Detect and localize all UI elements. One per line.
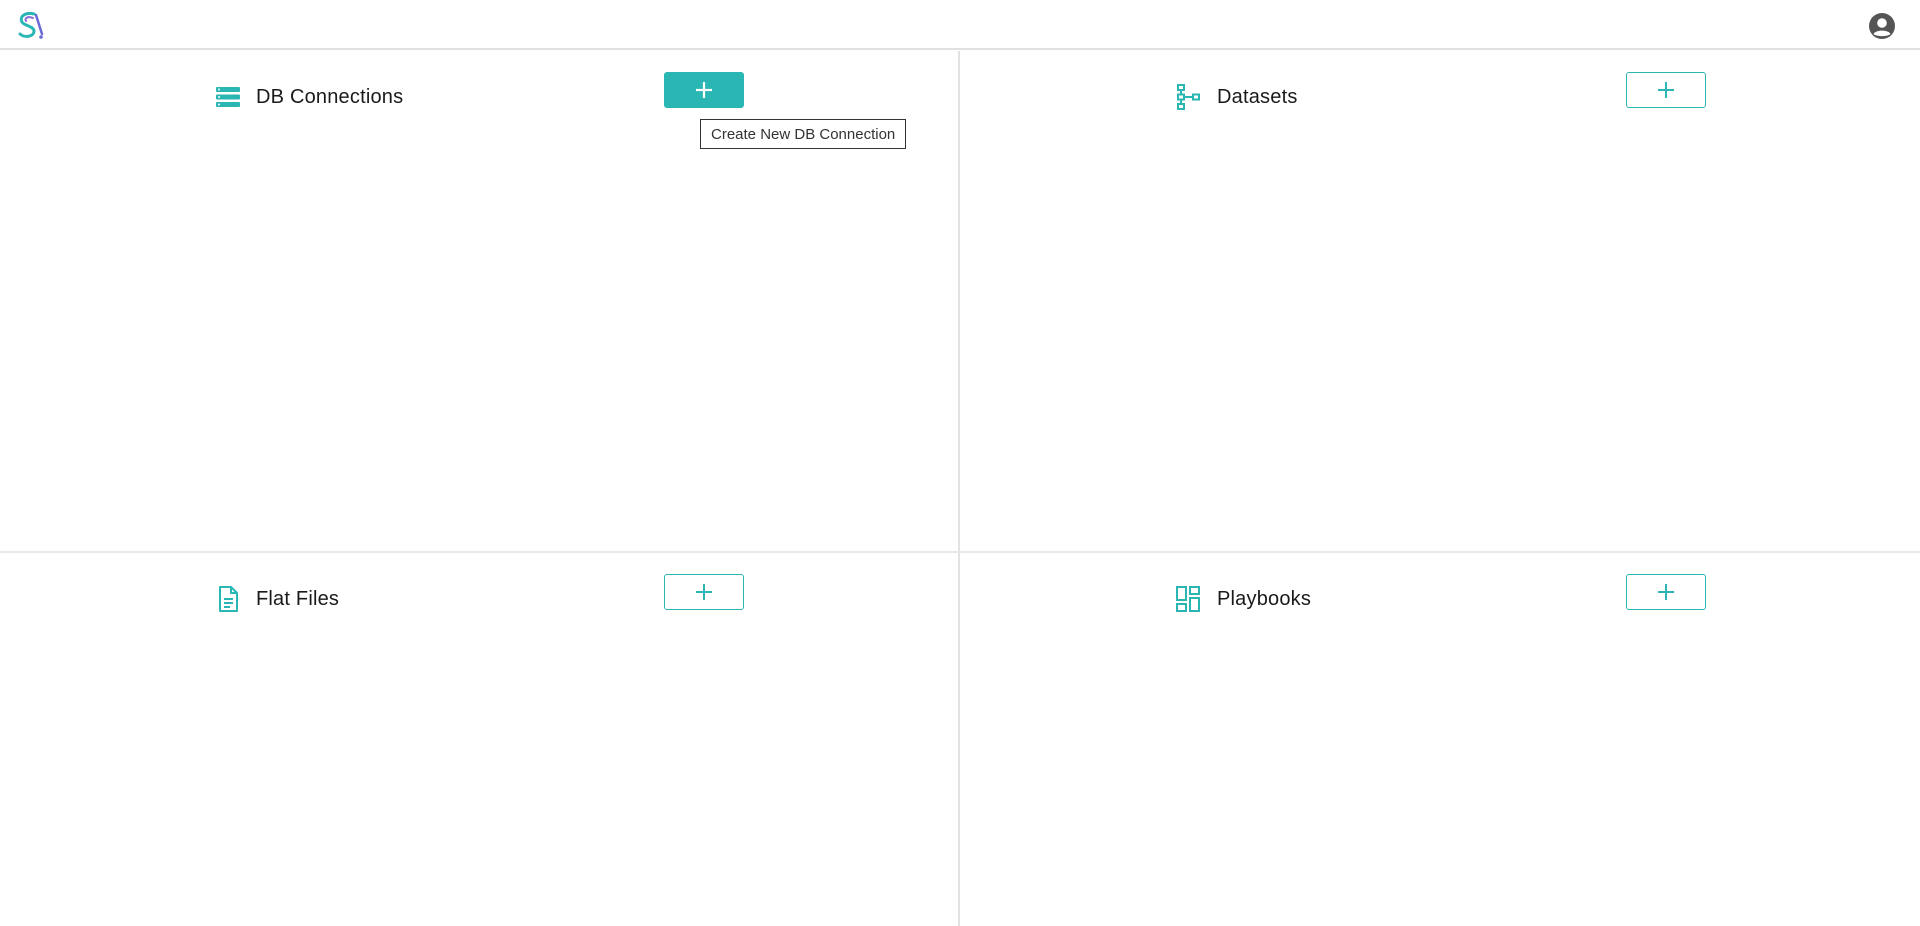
add-flat-file-button[interactable]	[664, 574, 744, 610]
hierarchy-tree-icon	[1175, 83, 1203, 111]
flat-files-panel: Flat Files	[0, 553, 958, 926]
playbooks-header: Playbooks	[1175, 581, 1311, 617]
add-playbook-button[interactable]	[1626, 574, 1706, 610]
document-icon	[214, 585, 242, 613]
plus-icon	[1658, 584, 1674, 600]
flat-files-header: Flat Files	[214, 581, 339, 617]
add-db-connection-button[interactable]	[664, 72, 744, 108]
datasets-title: Datasets	[1217, 85, 1298, 108]
database-stack-icon	[214, 83, 242, 111]
playbooks-title: Playbooks	[1217, 587, 1312, 610]
db-connections-title: DB Connections	[256, 85, 404, 108]
db-connections-header: DB Connections	[214, 79, 403, 115]
playbooks-panel: Playbooks	[960, 553, 1918, 926]
dashboard-grid-icon	[1175, 585, 1203, 613]
add-dataset-button[interactable]	[1626, 72, 1706, 108]
flat-files-title: Flat Files	[256, 587, 340, 610]
top-bar	[0, 0, 1920, 50]
plus-icon	[1658, 82, 1674, 98]
plus-icon	[696, 584, 712, 600]
datasets-header: Datasets	[1175, 79, 1298, 115]
datasets-panel: Datasets	[960, 51, 1918, 551]
app-logo-icon[interactable]	[14, 10, 46, 42]
plus-icon	[696, 82, 712, 98]
create-db-connection-tooltip: Create New DB Connection	[700, 119, 907, 149]
user-account-icon[interactable]	[1868, 12, 1896, 40]
panels-grid: DB Connections Datasets Flat Files Playb…	[0, 51, 1920, 926]
